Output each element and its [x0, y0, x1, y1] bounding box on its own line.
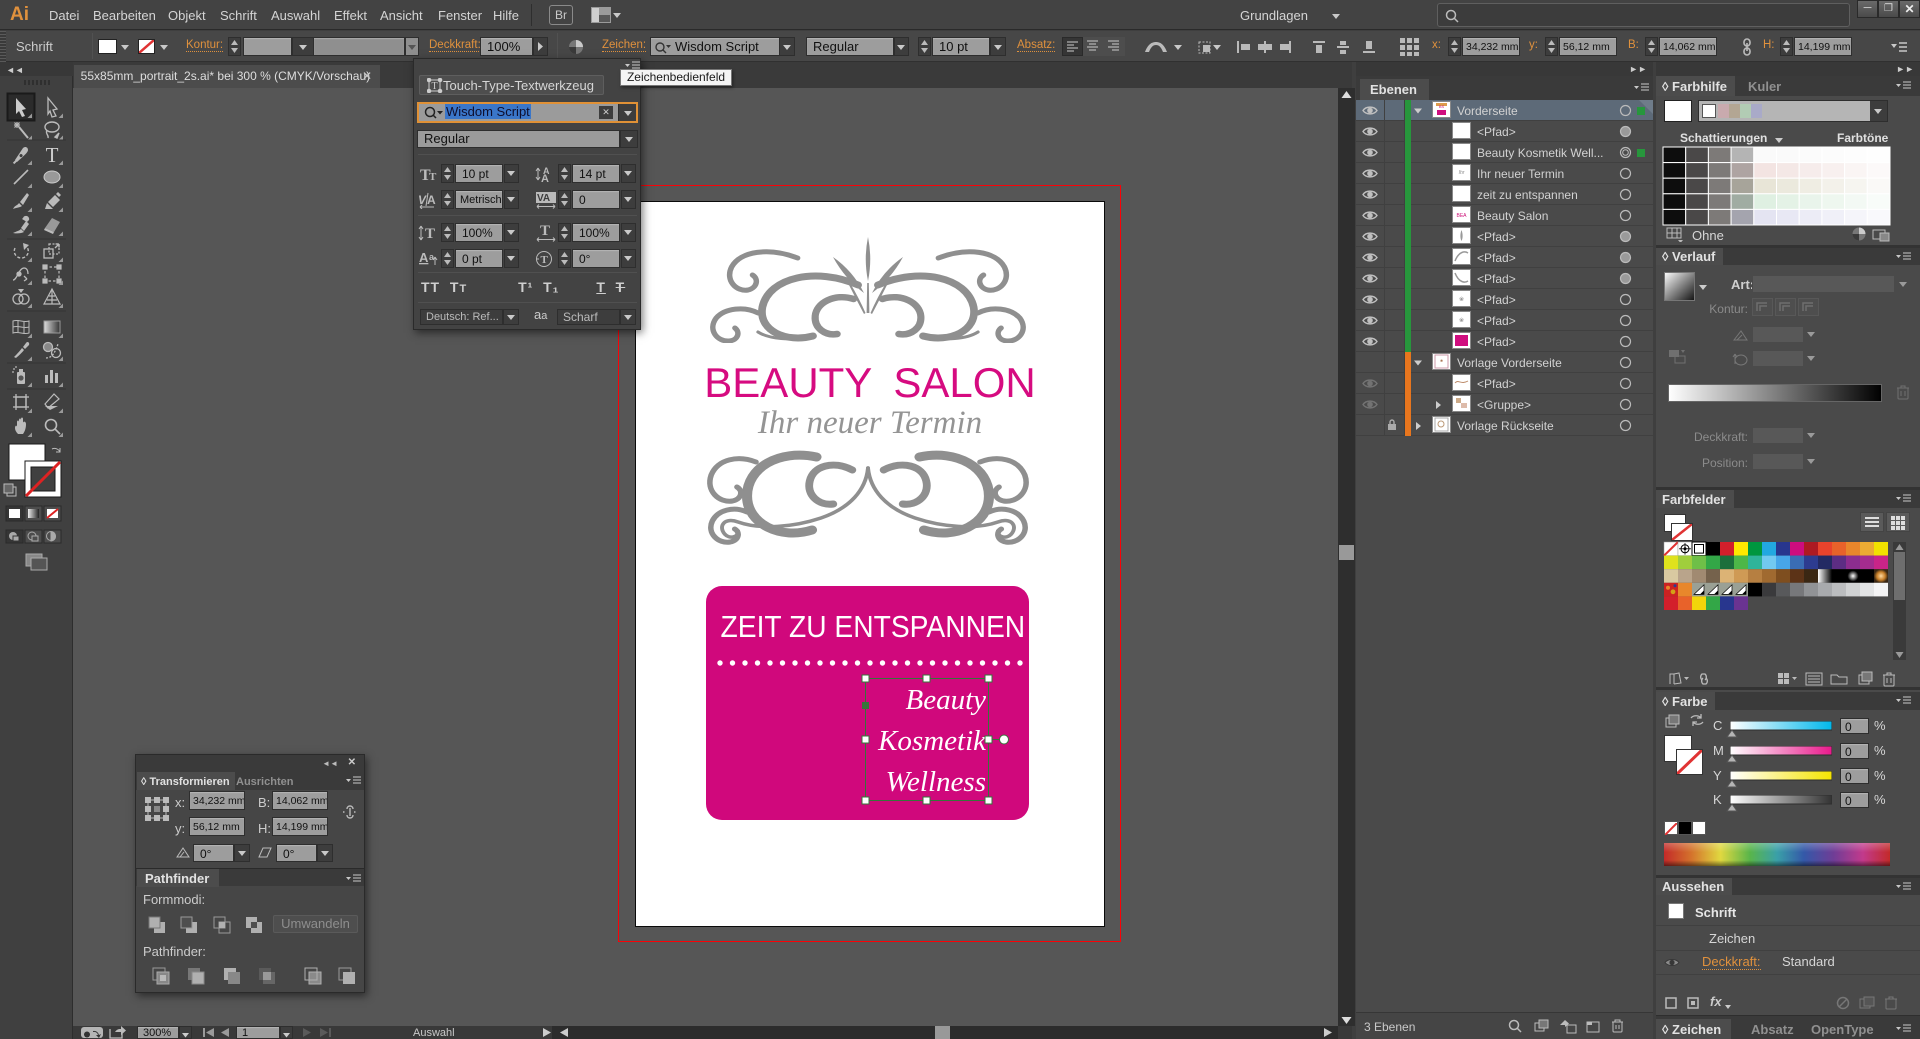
svg-text:◄◄: ◄◄: [6, 65, 24, 75]
svg-text:T: T: [541, 254, 549, 266]
svg-text:T: T: [431, 81, 437, 92]
svg-text:❀: ❀: [1459, 296, 1464, 303]
svg-text:T: T: [425, 226, 435, 242]
svg-text:T: T: [429, 171, 437, 183]
svg-text:a: a: [429, 252, 435, 262]
svg-text:Ihr: Ihr: [1459, 170, 1465, 176]
svg-text:V: V: [418, 193, 427, 207]
svg-text:T: T: [540, 224, 550, 239]
svg-text:❀: ❀: [1459, 317, 1464, 324]
svg-text:T: T: [46, 143, 59, 167]
svg-text:A: A: [541, 173, 549, 183]
svg-text:A: A: [427, 193, 436, 207]
svg-text:BEA: BEA: [1456, 213, 1467, 219]
svg-text:BS: BS: [1439, 104, 1445, 109]
svg-text:VA: VA: [537, 193, 550, 204]
svg-text:A: A: [419, 250, 429, 265]
